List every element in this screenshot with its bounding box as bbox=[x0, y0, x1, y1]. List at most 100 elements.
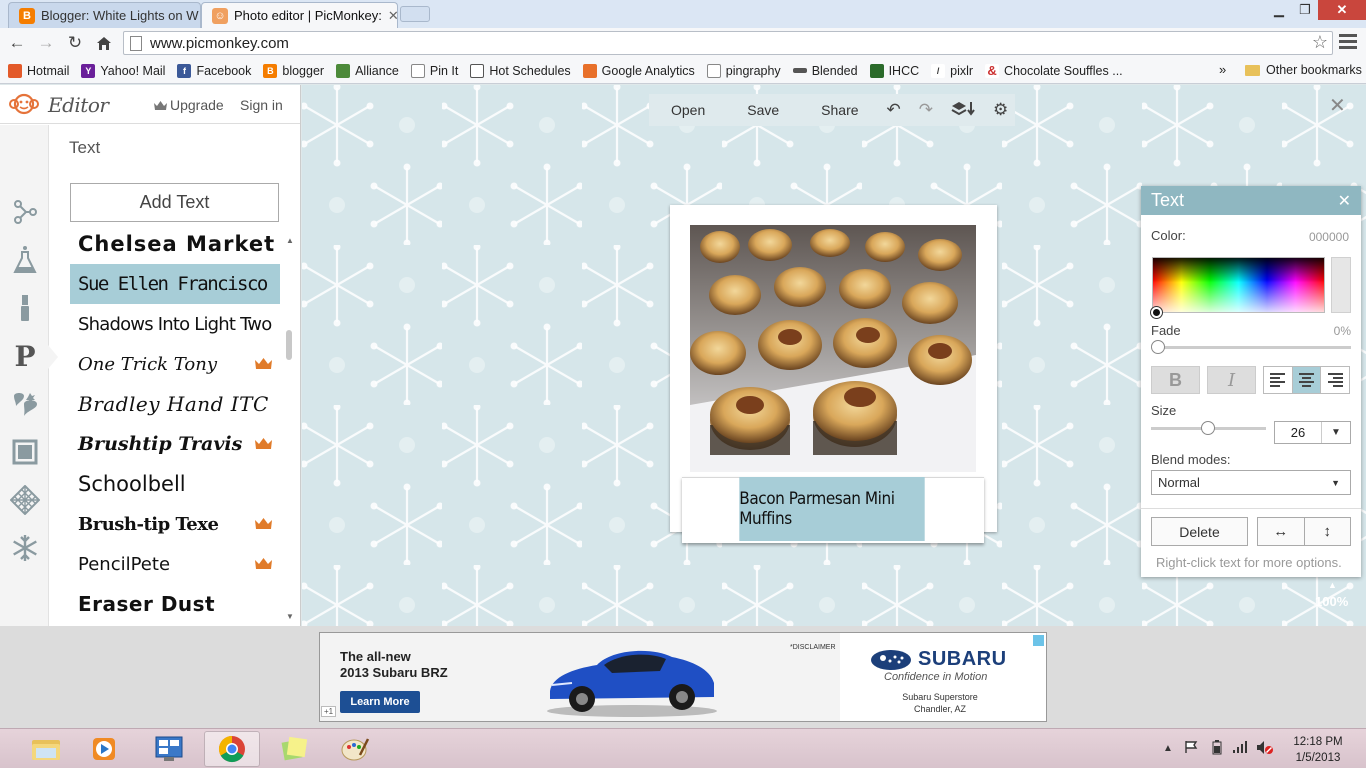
bookmark-pingraphy[interactable]: pingraphy bbox=[706, 63, 781, 78]
tab-close-icon[interactable]: ✕ bbox=[382, 8, 397, 24]
home-icon[interactable] bbox=[93, 32, 115, 54]
zoom-level[interactable]: 100% bbox=[1315, 594, 1348, 609]
tab-blogger[interactable]: B Blogger: White Lights on W ✕ bbox=[8, 2, 201, 28]
forward-arrow-icon[interactable]: → bbox=[35, 32, 57, 54]
font-item-bradley-hand-itc[interactable]: Bradley Hand ITC bbox=[70, 384, 280, 424]
grayscale-strip[interactable] bbox=[1331, 257, 1351, 313]
chrome-taskbar-icon[interactable] bbox=[204, 731, 260, 767]
minimize-icon[interactable]: ▁ bbox=[1266, 0, 1292, 20]
overlays-icon[interactable] bbox=[8, 387, 42, 421]
bookmark-google-analytics[interactable]: Google Analytics bbox=[582, 63, 695, 78]
flip-vertical-button[interactable]: ↕ bbox=[1305, 518, 1351, 545]
bookmark-blended[interactable]: Blended bbox=[792, 64, 858, 78]
basic-edits-icon[interactable] bbox=[8, 195, 42, 229]
window-close-icon[interactable]: ✕ bbox=[1318, 0, 1366, 20]
bookmark-star-icon[interactable]: ☆ bbox=[1312, 32, 1328, 53]
new-tab-button[interactable] bbox=[400, 6, 430, 22]
upgrade-link[interactable]: Upgrade bbox=[154, 97, 224, 113]
font-item-brush-tip-texe[interactable]: Brush-tip Texe bbox=[70, 504, 280, 544]
italic-button[interactable]: I bbox=[1207, 366, 1256, 394]
frames-icon[interactable] bbox=[8, 435, 42, 469]
file-explorer-icon[interactable] bbox=[18, 731, 74, 767]
delete-button[interactable]: Delete bbox=[1151, 517, 1248, 546]
font-item-schoolbell[interactable]: Schoolbell bbox=[70, 464, 280, 504]
back-arrow-icon[interactable]: ← bbox=[6, 32, 28, 54]
tab-picmonkey[interactable]: ☺ Photo editor | PicMonkey: ✕ bbox=[201, 2, 398, 28]
reload-icon[interactable]: ↻ bbox=[64, 32, 86, 54]
bookmark-pin-it[interactable]: Pin It bbox=[410, 63, 458, 78]
fade-slider-track[interactable] bbox=[1158, 346, 1351, 349]
action-center-flag-icon[interactable] bbox=[1184, 740, 1198, 757]
layers-icon[interactable] bbox=[951, 100, 975, 121]
font-list-scrollbar[interactable] bbox=[286, 330, 292, 360]
other-bookmarks-folder[interactable]: Other bookmarks bbox=[1245, 63, 1362, 77]
textures-icon[interactable] bbox=[8, 483, 42, 517]
palette-close-icon[interactable]: ✕ bbox=[1338, 191, 1351, 211]
caption-text-box[interactable]: Bacon Parmesan Mini Muffins bbox=[739, 477, 925, 541]
font-item-chelsea-market[interactable]: Chelsea Market bbox=[70, 224, 280, 264]
chrome-menu-icon[interactable] bbox=[1339, 34, 1357, 50]
font-item-one-trick-tony[interactable]: One Trick Tony bbox=[70, 344, 280, 384]
more-bookmarks-button[interactable]: » bbox=[1219, 62, 1226, 77]
themes-snowflake-icon[interactable] bbox=[8, 531, 42, 565]
ad-choices-icon[interactable] bbox=[1033, 635, 1044, 646]
align-left-button[interactable] bbox=[1264, 367, 1293, 393]
undo-icon[interactable]: ↶ bbox=[887, 100, 901, 120]
bookmark-chocolate-souffles[interactable]: & Chocolate Souffles ... bbox=[985, 63, 1123, 78]
maximize-icon[interactable]: ❐ bbox=[1292, 0, 1318, 20]
save-button[interactable]: Save bbox=[747, 102, 779, 118]
paint-icon[interactable] bbox=[327, 731, 383, 767]
volume-muted-icon[interactable] bbox=[1256, 740, 1274, 758]
bookmark-alliance[interactable]: Alliance bbox=[336, 63, 399, 78]
settings-gear-icon[interactable]: ⚙ bbox=[993, 100, 1008, 120]
learn-more-button[interactable]: Learn More bbox=[340, 691, 420, 713]
touch-up-brush-icon[interactable] bbox=[8, 291, 42, 325]
font-item-shadows-into-light-two[interactable]: Shadows Into Light Two bbox=[70, 304, 280, 344]
font-item-sue-ellen-francisco[interactable]: Sue Ellen Francisco bbox=[70, 264, 280, 304]
bold-button[interactable]: B bbox=[1151, 366, 1200, 394]
effects-flask-icon[interactable] bbox=[8, 243, 42, 277]
bookmark-hotmail[interactable]: Hotmail bbox=[8, 63, 69, 78]
blend-mode-select[interactable]: Normal ▼ bbox=[1151, 470, 1351, 495]
network-signal-icon[interactable] bbox=[1232, 740, 1248, 757]
bookmark-hot-schedules[interactable]: Hot Schedules bbox=[470, 63, 571, 78]
zoom-up-arrow-icon[interactable]: ▲ bbox=[1328, 580, 1337, 590]
font-item-eraser-dust[interactable]: Eraser Dust bbox=[70, 584, 280, 621]
align-right-button[interactable] bbox=[1321, 367, 1349, 393]
share-button[interactable]: Share bbox=[821, 102, 858, 118]
bookmark-ihcc[interactable]: IHCC bbox=[869, 63, 919, 78]
add-text-button[interactable]: Add Text bbox=[70, 183, 279, 222]
sticky-notes-icon[interactable] bbox=[266, 731, 322, 767]
media-player-icon[interactable] bbox=[76, 731, 132, 767]
scroll-up-arrow-icon[interactable]: ▲ bbox=[286, 236, 294, 245]
font-item-pencilpete[interactable]: PencilPete bbox=[70, 544, 280, 584]
flip-horizontal-button[interactable]: ↔ bbox=[1258, 518, 1305, 545]
sign-in-link[interactable]: Sign in bbox=[240, 97, 283, 113]
show-hidden-icons-arrow[interactable]: ▲ bbox=[1163, 743, 1173, 754]
ad-disclaimer[interactable]: *DISCLAIMER bbox=[790, 644, 836, 651]
bookmark-pixlr[interactable]: / pixlr bbox=[931, 63, 973, 78]
subaru-ad-banner[interactable]: The all-new 2013 Subaru BRZ Learn More *… bbox=[319, 632, 1047, 722]
color-picker-handle[interactable] bbox=[1151, 307, 1162, 318]
redo-icon[interactable]: ↷ bbox=[919, 100, 933, 120]
align-center-button[interactable] bbox=[1292, 367, 1322, 393]
text-tool-icon[interactable]: P bbox=[8, 339, 42, 373]
size-slider-handle[interactable] bbox=[1201, 421, 1215, 435]
color-spectrum[interactable] bbox=[1152, 257, 1325, 313]
font-item-brushtip-travis[interactable]: Brushtip Travis bbox=[70, 424, 280, 464]
control-panel-icon[interactable] bbox=[141, 731, 197, 767]
bookmark-blogger[interactable]: Bblogger bbox=[263, 63, 324, 78]
muffin-photo[interactable] bbox=[690, 225, 976, 472]
address-bar[interactable]: www.picmonkey.com ☆ bbox=[123, 31, 1333, 55]
open-button[interactable]: Open bbox=[671, 102, 705, 118]
battery-icon[interactable] bbox=[1212, 740, 1222, 758]
bookmark-facebook[interactable]: f Facebook bbox=[177, 63, 251, 78]
google-plus-one-button[interactable]: +1 bbox=[321, 706, 337, 717]
close-editor-icon[interactable]: ✕ bbox=[1329, 93, 1346, 118]
system-clock[interactable]: 12:18 PM 1/5/2013 bbox=[1288, 734, 1348, 766]
bookmark-yahoo-mail[interactable]: Y Yahoo! Mail bbox=[81, 63, 165, 78]
scroll-down-arrow-icon[interactable]: ▼ bbox=[286, 612, 294, 621]
size-dropdown[interactable]: 26 ▼ bbox=[1274, 421, 1351, 444]
fade-slider-handle[interactable] bbox=[1151, 340, 1165, 354]
color-hex-value[interactable]: 000000 bbox=[1309, 230, 1349, 244]
